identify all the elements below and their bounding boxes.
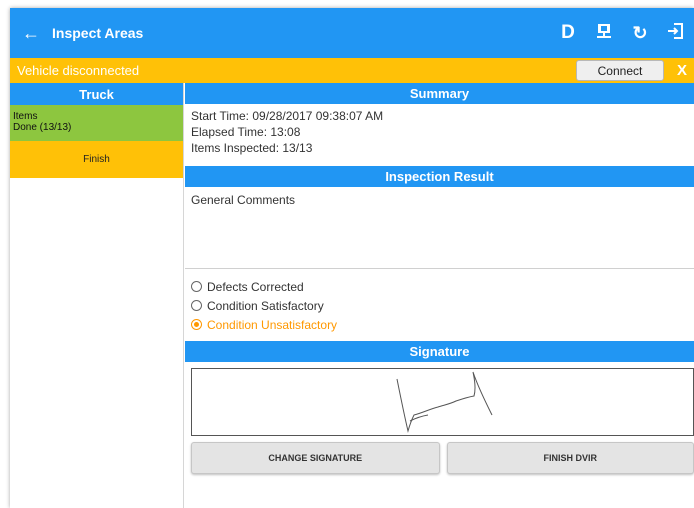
driver-button[interactable]: D (550, 22, 586, 44)
radio-label: Condition Unsatisfactory (207, 317, 338, 332)
radio-label: Condition Satisfactory (207, 298, 324, 313)
app-bar: ← Inspect Areas D ↻ (10, 8, 694, 58)
items-inspected: Items Inspected: 13/13 (191, 141, 313, 155)
items-label: Items (13, 111, 38, 122)
summary-header: Summary (185, 83, 694, 104)
start-time: Start Time: 09/28/2017 09:38:07 AM (191, 109, 384, 123)
app-window: ← Inspect Areas D ↻ Vehicle disconnected… (10, 8, 694, 508)
items-status: Done (13/13) (13, 122, 72, 133)
signature-drawing (396, 371, 493, 433)
sidebar-header: Truck (10, 83, 183, 105)
app-bar-actions: D ↻ (550, 8, 694, 58)
close-banner-button[interactable]: X (670, 58, 694, 83)
elapsed-time: Elapsed Time: 13:08 (191, 125, 301, 139)
connect-button[interactable]: Connect (576, 60, 664, 81)
main-panel: Summary Start Time: 09/28/2017 09:38:07 … (185, 83, 694, 508)
network-icon[interactable] (586, 23, 622, 44)
signature-actions: CHANGE SIGNATURE FINISH DVIR (191, 442, 694, 474)
refresh-icon[interactable]: ↻ (622, 23, 658, 44)
finish-dvir-button[interactable]: FINISH DVIR (446, 442, 694, 474)
general-comments-field[interactable]: General Comments (185, 187, 694, 269)
connection-banner: Vehicle disconnected Connect X (10, 58, 694, 83)
general-comments-label: General Comments (191, 193, 296, 207)
sidebar-item-items[interactable]: Items Done (13/13) (10, 105, 183, 141)
summary-details: Start Time: 09/28/2017 09:38:07 AM Elaps… (185, 104, 694, 166)
radio-label: Defects Corrected (207, 279, 304, 294)
radio-defects-corrected[interactable]: Defects Corrected (191, 277, 688, 296)
page-title: Inspect Areas (52, 25, 144, 41)
radio-checked-icon (191, 319, 202, 330)
inspection-sidebar: Truck Items Done (13/13) Finish (10, 83, 184, 508)
condition-radio-group: Defects Corrected Condition Satisfactory… (185, 269, 694, 341)
sidebar-item-finish[interactable]: Finish (10, 141, 183, 178)
logout-icon[interactable] (658, 22, 694, 45)
logout-glyph (668, 22, 683, 39)
radio-condition-unsatisfactory[interactable]: Condition Unsatisfactory (191, 315, 688, 334)
back-arrow-icon[interactable]: ← (10, 23, 52, 44)
signature-pad[interactable] (191, 368, 694, 436)
connection-status-text: Vehicle disconnected (17, 63, 140, 78)
radio-circle-icon (191, 300, 202, 311)
radio-circle-icon (191, 281, 202, 292)
network-glyph (597, 23, 611, 38)
signature-header: Signature (185, 341, 694, 362)
change-signature-button[interactable]: CHANGE SIGNATURE (191, 442, 440, 474)
radio-condition-satisfactory[interactable]: Condition Satisfactory (191, 296, 688, 315)
inspection-result-header: Inspection Result (185, 166, 694, 187)
